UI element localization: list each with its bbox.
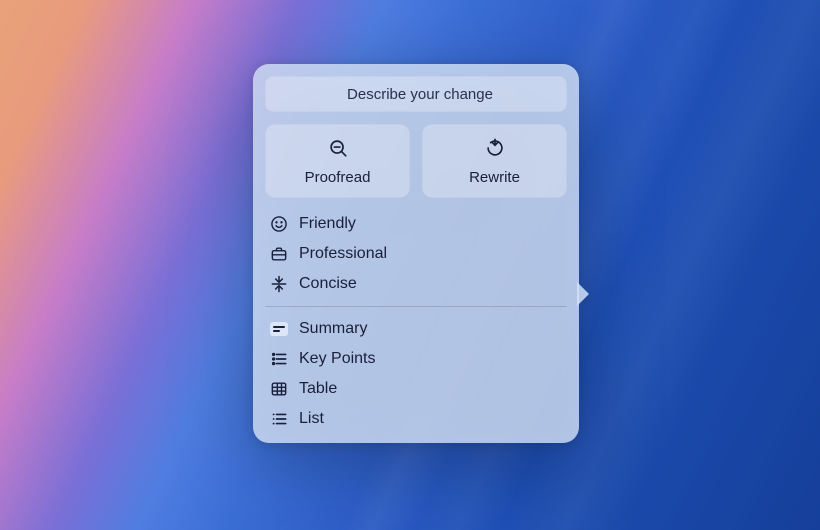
list-icon <box>269 409 289 429</box>
writing-tools-popover: Describe your change Proofread <box>253 64 579 443</box>
format-summary[interactable]: Summary <box>265 317 567 341</box>
proofread-icon <box>327 137 349 163</box>
summary-icon <box>269 319 289 339</box>
rewrite-button[interactable]: Rewrite <box>422 124 567 198</box>
proofread-label: Proofread <box>305 169 371 186</box>
action-button-row: Proofread Rewrite <box>265 124 567 198</box>
describe-change-input[interactable]: Describe your change <box>265 76 567 112</box>
tone-friendly-label: Friendly <box>299 215 356 233</box>
format-list[interactable]: List <box>265 407 567 431</box>
tone-concise-label: Concise <box>299 275 357 293</box>
popover-caret <box>577 282 589 306</box>
format-keypoints[interactable]: Key Points <box>265 347 567 371</box>
format-list: Summary Key Points <box>265 317 567 431</box>
describe-change-placeholder: Describe your change <box>347 86 493 103</box>
tone-professional-label: Professional <box>299 245 387 263</box>
format-list-label: List <box>299 410 324 428</box>
table-icon <box>269 379 289 399</box>
tone-list: Friendly Professional <box>265 212 567 296</box>
format-keypoints-label: Key Points <box>299 350 375 368</box>
format-table[interactable]: Table <box>265 377 567 401</box>
keypoints-icon <box>269 349 289 369</box>
smile-icon <box>269 214 289 234</box>
proofread-button[interactable]: Proofread <box>265 124 410 198</box>
tone-friendly[interactable]: Friendly <box>265 212 567 236</box>
collapse-icon <box>269 274 289 294</box>
format-summary-label: Summary <box>299 320 367 338</box>
rewrite-icon <box>484 137 506 163</box>
rewrite-label: Rewrite <box>469 169 520 186</box>
section-divider <box>265 306 567 307</box>
popover-body: Describe your change Proofread <box>253 64 579 443</box>
briefcase-icon <box>269 244 289 264</box>
format-table-label: Table <box>299 380 337 398</box>
tone-concise[interactable]: Concise <box>265 272 567 296</box>
tone-professional[interactable]: Professional <box>265 242 567 266</box>
